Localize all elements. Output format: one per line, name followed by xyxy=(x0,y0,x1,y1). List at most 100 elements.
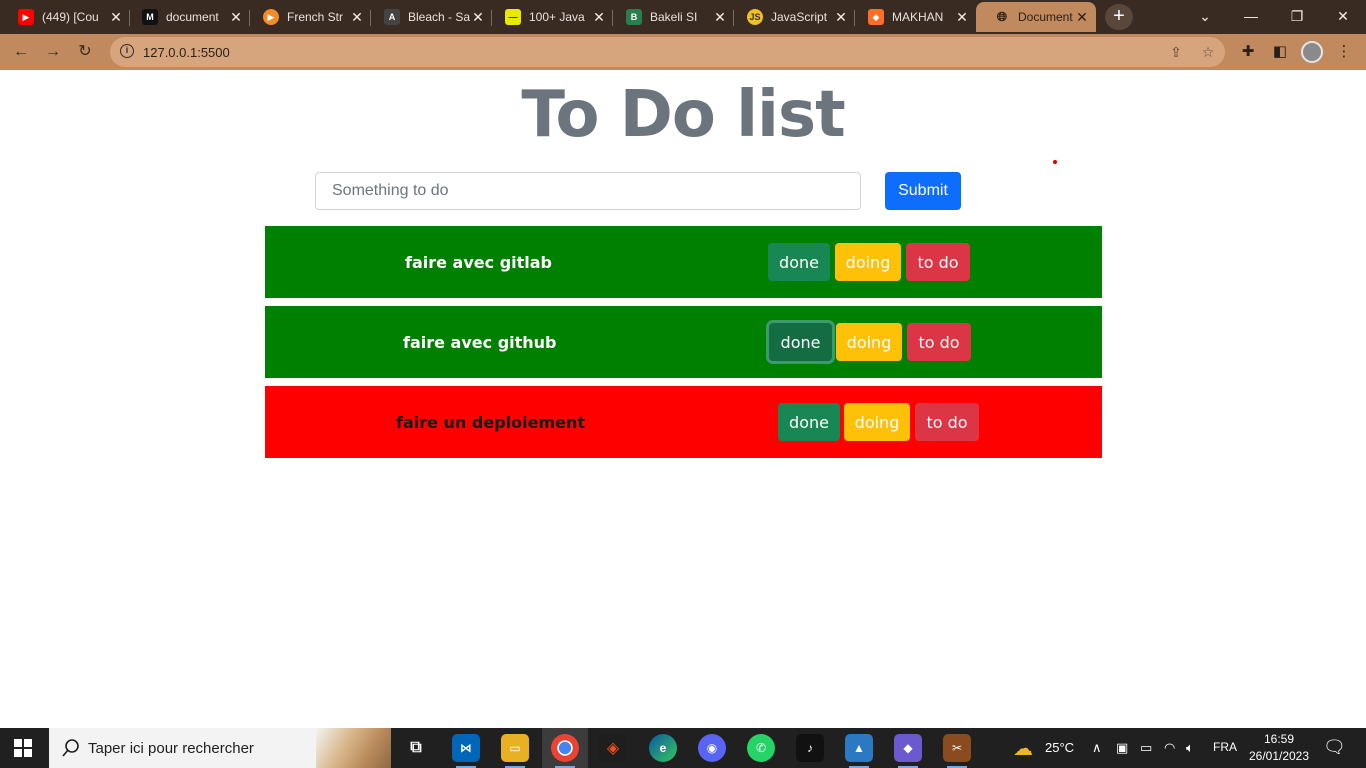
clock-date: 26/01/2023 xyxy=(1248,749,1310,763)
menu-icon[interactable]: ⋮ xyxy=(1334,42,1354,62)
extensions-icon[interactable]: ✚ xyxy=(1238,42,1258,62)
close-window-button[interactable]: ✕ xyxy=(1320,0,1366,34)
tab-bakeli[interactable]: B Bakeli SI ✕ xyxy=(608,2,734,32)
tab-title: (449) [Cou xyxy=(42,10,99,24)
done-button[interactable]: done xyxy=(778,403,840,441)
manga-icon: A xyxy=(384,9,400,25)
search-placeholder: Taper ici pour rechercher xyxy=(88,740,254,757)
medium-icon: M xyxy=(142,9,158,25)
discord-icon[interactable]: ◉ xyxy=(698,734,726,762)
doing-button[interactable]: doing xyxy=(835,243,901,281)
tab-javascript[interactable]: JS JavaScript ✕ xyxy=(729,2,855,32)
play-icon: ▶ xyxy=(263,9,279,25)
close-tab-icon[interactable]: ✕ xyxy=(228,9,244,26)
done-button[interactable]: done xyxy=(768,243,830,281)
browser-toolbar: ← → ↻ i 127.0.0.1:5500 ⇪ ☆ ✚ ◧ ⋮ xyxy=(0,34,1366,70)
chrome-icon[interactable] xyxy=(551,734,579,768)
meet-now-icon[interactable]: ▣ xyxy=(1116,740,1128,756)
file-explorer-icon[interactable]: ▭ xyxy=(501,734,529,768)
share-icon[interactable]: ⇪ xyxy=(1167,43,1185,61)
windows-taskbar: Taper ici pour rechercher ⧉ ⋈ ▭ ◈ e ◉ ✆ … xyxy=(0,728,1366,768)
system-clock[interactable]: 16:59 26/01/2023 xyxy=(1248,731,1310,765)
search-highlight-image xyxy=(316,728,391,768)
windows-start-icon[interactable] xyxy=(14,739,32,757)
tab-title: MAKHAN xyxy=(892,10,944,24)
tab-french-stream[interactable]: ▶ French Str ✕ xyxy=(245,2,371,32)
tab-title: Document xyxy=(1018,10,1073,24)
close-tab-icon[interactable]: ✕ xyxy=(108,9,124,26)
whatsapp-icon[interactable]: ✆ xyxy=(747,734,775,762)
tiktok-icon[interactable]: ♪ xyxy=(796,734,824,762)
task-view-icon[interactable]: ⧉ xyxy=(402,734,430,762)
todo-button[interactable]: to do xyxy=(906,243,970,281)
tab-youtube[interactable]: ▶ (449) [Cou ✕ xyxy=(0,2,130,32)
tab-title: 100+ Java xyxy=(529,10,585,24)
volume-icon[interactable]: 🔈︎ xyxy=(1186,740,1194,756)
tab-search-icon[interactable]: ⌄ xyxy=(1182,0,1228,34)
notifications-icon[interactable]: 🗨︎ xyxy=(1323,737,1346,758)
close-tab-icon[interactable]: ✕ xyxy=(1074,9,1090,26)
gitlab-icon: ◆ xyxy=(868,9,884,25)
edge-icon[interactable]: e xyxy=(649,734,677,762)
tab-title: JavaScript xyxy=(771,10,828,24)
git-icon[interactable]: ◆ xyxy=(894,734,922,768)
globe-icon: 🌐︎ xyxy=(996,9,1008,24)
close-tab-icon[interactable]: ✕ xyxy=(591,9,607,26)
reload-icon[interactable]: ↻ xyxy=(73,40,97,64)
close-tab-icon[interactable]: ✕ xyxy=(349,9,365,26)
todo-button[interactable]: to do xyxy=(915,403,979,441)
close-tab-icon[interactable]: ✕ xyxy=(470,9,486,26)
task-label: faire avec github xyxy=(403,333,557,352)
task-label: faire un deploiement xyxy=(396,413,586,432)
page-content: To Do list Submit faire avec gitlab done… xyxy=(0,70,1366,728)
restore-button[interactable]: ❐ xyxy=(1274,0,1320,34)
tab-strip: ▶ (449) [Cou ✕ M document ✕ ▶ French Str… xyxy=(0,0,1366,34)
close-tab-icon[interactable]: ✕ xyxy=(712,9,728,26)
side-panel-icon[interactable]: ◧ xyxy=(1270,42,1290,62)
cursor-dot xyxy=(1053,160,1057,164)
doing-button[interactable]: doing xyxy=(844,403,910,441)
youtube-icon: ▶ xyxy=(18,9,34,25)
submit-button[interactable]: Submit xyxy=(885,172,961,210)
address-bar[interactable]: i 127.0.0.1:5500 ⇪ ☆ xyxy=(110,37,1225,67)
photos-icon[interactable]: ▲ xyxy=(845,734,873,768)
url-text[interactable]: 127.0.0.1:5500 xyxy=(143,45,230,60)
done-button[interactable]: done xyxy=(769,323,832,361)
network-icon[interactable]: ◠ xyxy=(1164,740,1175,756)
todo-input[interactable] xyxy=(315,172,861,210)
forward-icon[interactable]: → xyxy=(41,40,65,64)
tab-100-java[interactable]: — 100+ Java ✕ xyxy=(487,2,613,32)
new-tab-button[interactable]: + xyxy=(1105,4,1133,30)
task-label: faire avec gitlab xyxy=(405,253,553,272)
todo-button[interactable]: to do xyxy=(907,323,971,361)
vscode-icon[interactable]: ⋈ xyxy=(452,734,480,768)
tab-title: Bleach - Sa xyxy=(408,10,470,24)
task-row: faire avec gitlab done doing to do xyxy=(265,226,1102,298)
profile-avatar[interactable] xyxy=(1301,41,1323,63)
tab-document[interactable]: M document ✕ xyxy=(124,2,250,32)
tab-bleach[interactable]: A Bleach - Sa ✕ xyxy=(366,2,492,32)
snipping-tool-icon[interactable]: ✂ xyxy=(943,734,971,768)
bookmark-star-icon[interactable]: ☆ xyxy=(1199,43,1217,61)
search-icon xyxy=(62,739,79,757)
close-tab-icon[interactable]: ✕ xyxy=(954,9,970,26)
tab-document-active[interactable]: 🌐︎ Document ✕ xyxy=(976,2,1096,32)
show-hidden-icons-icon[interactable]: ∧ xyxy=(1092,740,1102,756)
language-indicator[interactable]: FRA xyxy=(1213,740,1237,754)
weather-icon[interactable]: ☁ xyxy=(1013,736,1033,761)
close-tab-icon[interactable]: ✕ xyxy=(833,9,849,26)
page-title: To Do list xyxy=(521,78,845,152)
taskbar-search-box[interactable]: Taper ici pour rechercher xyxy=(49,728,391,768)
bakeli-icon: B xyxy=(626,9,642,25)
task-row: faire avec github done doing to do xyxy=(265,306,1102,378)
weather-temperature[interactable]: 25°C xyxy=(1045,740,1074,755)
tab-makhan[interactable]: ◆ MAKHAN ✕ xyxy=(850,2,976,32)
site-icon: — xyxy=(505,9,521,25)
minimize-button[interactable]: — xyxy=(1228,0,1274,34)
site-info-icon[interactable]: i xyxy=(120,44,134,58)
tab-title: document xyxy=(166,10,219,24)
battery-icon[interactable]: ▭ xyxy=(1140,740,1152,756)
back-icon[interactable]: ← xyxy=(9,40,33,64)
figma-icon[interactable]: ◈ xyxy=(599,734,627,762)
doing-button[interactable]: doing xyxy=(836,323,902,361)
